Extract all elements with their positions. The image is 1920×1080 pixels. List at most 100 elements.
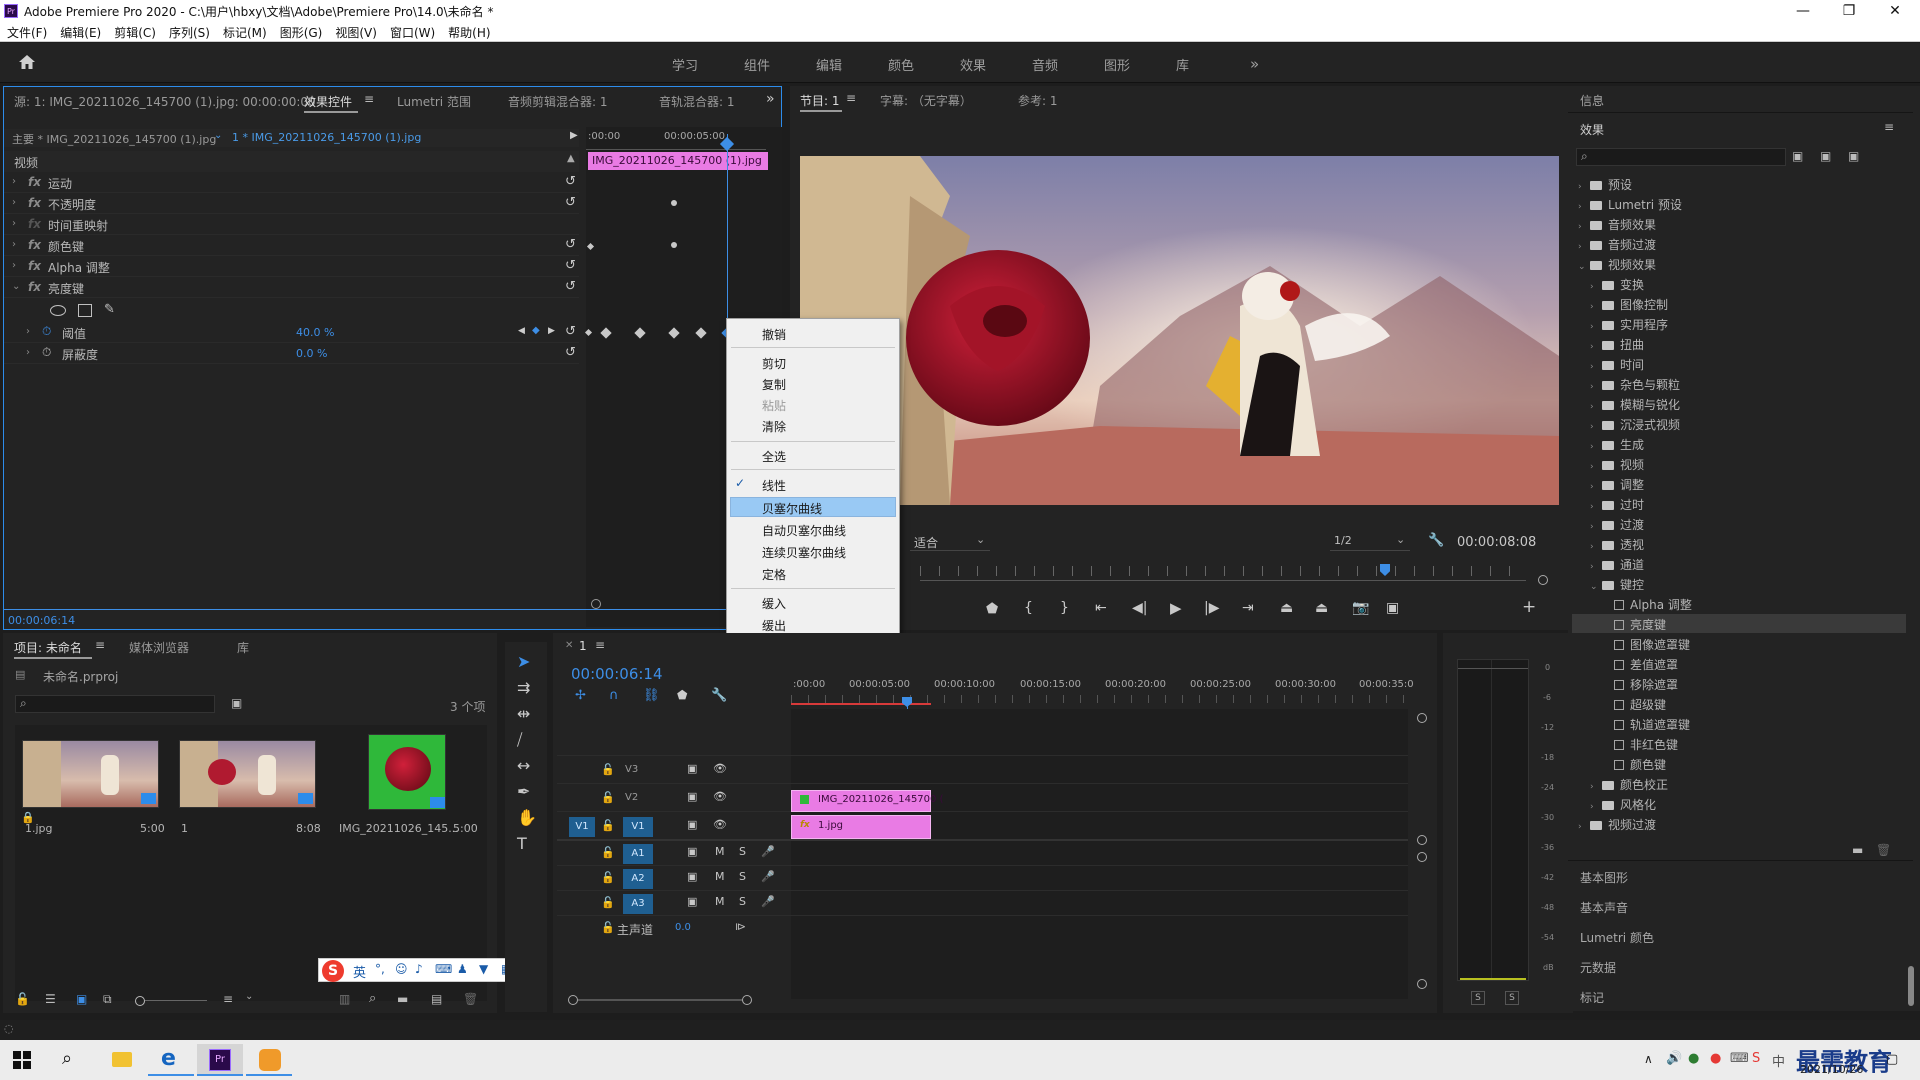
pen-mask-icon[interactable]: ✎ (104, 302, 115, 317)
panel-menu-icon[interactable]: ≡ (95, 638, 105, 652)
threshold-value[interactable]: 40.0 % (296, 326, 334, 339)
premiere-taskbar-icon[interactable]: Pr (197, 1044, 243, 1076)
ime-user-icon[interactable]: ♟ (457, 962, 468, 976)
more-workspaces-icon[interactable]: » (1250, 55, 1259, 73)
chevron-right-icon[interactable]: › (1578, 222, 1590, 232)
freeform-view-icon[interactable]: ⧉ (103, 992, 112, 1007)
track-header-v2[interactable]: 🔓 V2 ▣ 👁 (557, 785, 786, 813)
mic-icon[interactable]: 🎤 (761, 845, 775, 858)
project-item-thumbnail[interactable] (368, 734, 446, 810)
fx-icon[interactable]: fx (28, 280, 41, 294)
home-icon[interactable] (18, 53, 36, 71)
slip-tool-icon[interactable]: ↔ (517, 756, 530, 775)
lock-icon[interactable]: 🔓 (15, 992, 30, 1006)
export-frame-icon[interactable]: 📷 (1352, 600, 1369, 616)
accelerated-effects-icon[interactable]: ▣ (1792, 149, 1803, 163)
menu-sequence[interactable]: 序列(S) (162, 22, 216, 41)
clip-v2[interactable]: IMG_20211026_145700 ( (791, 790, 943, 812)
chevron-down-icon[interactable]: ⌄ (1590, 582, 1602, 592)
lock-icon[interactable]: 🔓 (601, 921, 615, 934)
tab-audio-clip-mixer[interactable]: 音频剪辑混合器: 1 (508, 93, 608, 110)
menu-item-cut[interactable]: 剪切 (762, 355, 786, 372)
clip-name[interactable]: 1 * IMG_20211026_145700 (1).jpg (232, 131, 421, 144)
next-keyframe-icon[interactable]: ▶ (548, 326, 555, 336)
solo-button[interactable]: S (739, 870, 746, 883)
trash-icon[interactable]: 🗑 (1876, 843, 1891, 857)
effects-tree-item[interactable]: › 变换 (1590, 276, 1644, 293)
chevron-right-icon[interactable]: › (1590, 462, 1602, 472)
track-header-v1[interactable]: V1 🔓 V1 ▣ 👁 (557, 813, 786, 841)
automate-icon[interactable]: ▥ (339, 992, 350, 1006)
type-tool-icon[interactable]: T (517, 834, 527, 853)
program-timecode[interactable]: 00:00:08:08 (1457, 535, 1536, 550)
zoom-slider-handle[interactable] (135, 996, 145, 1006)
ime-mode[interactable]: 英 (353, 962, 366, 981)
sync-lock-icon[interactable]: ▣ (687, 818, 697, 831)
effects-tree-item[interactable]: › 生成 (1590, 436, 1644, 453)
chevron-right-icon[interactable]: › (1590, 422, 1602, 432)
resolution-dropdown[interactable]: 1/2 ⌄ (1330, 533, 1410, 551)
mute-button[interactable]: M (715, 845, 725, 858)
track-area[interactable] (791, 709, 1408, 999)
icon-view-icon[interactable]: ▣ (76, 992, 87, 1006)
lock-icon[interactable]: 🔓 (601, 763, 615, 776)
master-clip-label[interactable]: 主要 * IMG_20211026_145700 (1).jpg (12, 131, 216, 147)
menu-item-paste[interactable]: 粘贴 (762, 397, 786, 414)
ime-punctuation-icon[interactable]: °, (375, 962, 385, 976)
tab-captions[interactable]: 字幕: （无字幕） (880, 92, 972, 109)
ellipse-mask-icon[interactable] (50, 305, 66, 316)
effect-row-alpha-adjust[interactable]: › fx Alpha 调整 ↺ (4, 256, 579, 277)
effects-tree-item[interactable]: › 风格化 (1590, 796, 1656, 813)
new-bin-icon[interactable]: ▬ (1852, 843, 1863, 857)
effects-tree-item[interactable]: › 颜色校正 (1590, 776, 1668, 793)
v-scroll-handle[interactable] (1417, 713, 1427, 723)
find-icon[interactable]: ⌕ (369, 991, 376, 1006)
timeline-timecode[interactable]: 00:00:06:14 (571, 665, 663, 683)
effect-row-motion[interactable]: › fx 运动 ↺ (4, 172, 579, 193)
play-icon[interactable]: ▶ (1170, 599, 1182, 617)
ime-emoji-icon[interactable]: ☺ (395, 962, 408, 976)
track-select-tool-icon[interactable]: ⇉ (517, 678, 530, 697)
tolerance-value[interactable]: 0.0 % (296, 347, 327, 360)
edge-browser-icon[interactable]: e (148, 1044, 194, 1076)
effects-tree-item[interactable]: 差值遮罩 (1602, 656, 1678, 673)
compare-view-icon[interactable]: ▣ (1386, 600, 1399, 616)
32bit-effects-icon[interactable]: ▣ (1820, 149, 1831, 163)
menu-markers[interactable]: 标记(M) (216, 22, 273, 41)
chevron-right-icon[interactable]: › (1590, 282, 1602, 292)
video-frame[interactable] (800, 156, 1559, 505)
effects-tree-item[interactable]: › 时间 (1590, 356, 1644, 373)
reset-icon[interactable]: ↺ (565, 324, 576, 339)
wrench-icon[interactable]: 🔧 (711, 688, 727, 703)
zoom-handle[interactable] (591, 599, 601, 609)
effects-tree-item[interactable]: ⌄ 视频效果 (1578, 256, 1656, 273)
panel-menu-icon[interactable]: ≡ (846, 91, 856, 105)
windows-start-icon[interactable] (13, 1051, 31, 1069)
go-to-end-icon[interactable]: ⧐ (735, 920, 746, 933)
effects-tree-item[interactable]: Alpha 调整 (1602, 596, 1692, 613)
go-to-out-icon[interactable]: ⇥ (1242, 600, 1254, 616)
effects-tree-item[interactable]: › 预设 (1578, 176, 1632, 193)
prop-row-threshold[interactable]: › ⏱ 阈值 40.0 % ◀ ◆ ▶ ↺ (4, 322, 579, 343)
add-marker-icon[interactable]: ⬟ (677, 688, 687, 702)
trash-icon[interactable]: 🗑 (463, 992, 478, 1006)
sync-lock-icon[interactable]: ▣ (687, 895, 697, 908)
panel-essential-graphics[interactable]: 基本图形 (1580, 869, 1628, 886)
sync-lock-icon[interactable]: ▣ (687, 790, 697, 803)
effects-tree-item[interactable]: › 通道 (1590, 556, 1644, 573)
solo-right-button[interactable]: S (1505, 991, 1519, 1005)
ime-tray-icon[interactable]: 中 (1772, 1051, 1785, 1070)
hand-tool-icon[interactable]: ✋ (517, 808, 537, 827)
add-marker-icon[interactable]: ⬟ (986, 601, 998, 617)
fx-icon[interactable]: fx (28, 175, 41, 189)
nest-icon[interactable]: ✢ (575, 688, 586, 703)
eye-icon[interactable]: 👁 (713, 762, 727, 775)
tab-effect-controls[interactable]: 效果控件 (304, 93, 352, 110)
chevron-right-icon[interactable]: › (1578, 202, 1590, 212)
fx-icon[interactable]: fx (28, 238, 41, 252)
tab-sequence[interactable]: 1 (579, 639, 587, 653)
menu-item-hold[interactable]: 定格 (762, 566, 786, 583)
menu-item-linear[interactable]: 线性 (762, 477, 786, 494)
panel-scrollbar[interactable] (1908, 966, 1914, 1006)
volume-icon[interactable]: 🔊 (1666, 1051, 1682, 1066)
